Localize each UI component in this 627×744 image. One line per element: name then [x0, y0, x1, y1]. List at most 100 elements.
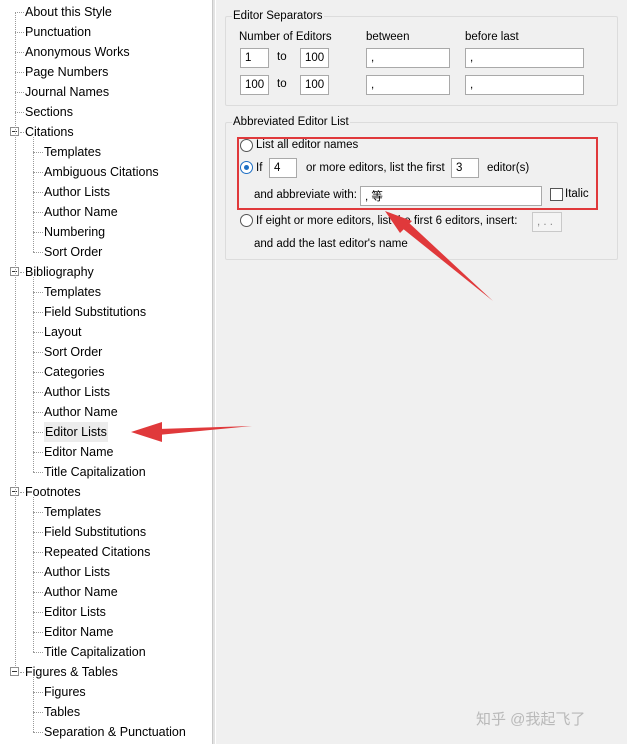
abbreviate-with-field[interactable]: [360, 186, 542, 206]
tree-connector: [33, 392, 43, 393]
splitter[interactable]: [212, 0, 215, 744]
italic-checkbox[interactable]: [550, 188, 563, 201]
editor-separators-title: Editor Separators: [232, 10, 324, 22]
tree-connector: [33, 312, 43, 313]
abbreviate-with-label: and abbreviate with:: [254, 189, 357, 201]
add-last-editor-label: and add the last editor's name: [254, 238, 408, 250]
separator-row-1-to-field[interactable]: [300, 48, 329, 68]
separator-row-1-to-label: to: [277, 51, 287, 63]
separator-row-2-to-field[interactable]: [300, 75, 329, 95]
first-count-field[interactable]: [451, 158, 479, 178]
tree-connector: [33, 292, 43, 293]
tree-item-author-lists[interactable]: Author Lists: [44, 562, 110, 582]
eight-or-more-label[interactable]: If eight or more editors, list the first…: [256, 215, 517, 227]
tree-item-author-name[interactable]: Author Name: [44, 202, 118, 222]
tree-item-separation-and-punctuation[interactable]: Separation & Punctuation: [44, 722, 186, 742]
tree-connector: [33, 252, 43, 253]
tree-connector: [33, 677, 34, 732]
tree-item-repeated-citations[interactable]: Repeated Citations: [44, 542, 150, 562]
number-of-editors-header: Number of Editors: [239, 31, 332, 43]
if-label: If: [256, 162, 263, 174]
tree-item-figures-and-tables[interactable]: Figures & Tables: [25, 662, 118, 682]
if-count-field[interactable]: [269, 158, 297, 178]
tree-connector: [33, 172, 43, 173]
tree-connector: [33, 412, 43, 413]
tree-item-punctuation[interactable]: Punctuation: [25, 22, 91, 42]
tree-item-author-name[interactable]: Author Name: [44, 582, 118, 602]
tree-item-sections[interactable]: Sections: [25, 102, 73, 122]
tree-connector: [15, 12, 16, 666]
tree-item-templates[interactable]: Templates: [44, 502, 101, 522]
editors-label: editor(s): [487, 162, 530, 174]
tree-item-templates[interactable]: Templates: [44, 282, 101, 302]
tree-item-categories[interactable]: Categories: [44, 362, 104, 382]
tree-connector: [33, 452, 43, 453]
tree-connector: [20, 672, 24, 673]
tree-item-author-name[interactable]: Author Name: [44, 402, 118, 422]
more-editors-label: or more editors, list the first: [306, 162, 445, 174]
separator-row-2-between-field[interactable]: [366, 75, 450, 95]
abbreviated-editor-list-title: Abbreviated Editor List: [232, 116, 350, 128]
tree-connector: [33, 472, 43, 473]
list-all-editors-label[interactable]: List all editor names: [256, 139, 358, 151]
tree-item-field-substitutions[interactable]: Field Substitutions: [44, 302, 146, 322]
tree-item-title-capitalization[interactable]: Title Capitalization: [44, 642, 146, 662]
tree-item-sort-order[interactable]: Sort Order: [44, 242, 102, 262]
list-all-editors-radio[interactable]: [240, 139, 253, 152]
tree-item-about-this-style[interactable]: About this Style: [25, 2, 112, 22]
tree-item-editor-name[interactable]: Editor Name: [44, 442, 113, 462]
tree-item-ambiguous-citations[interactable]: Ambiguous Citations: [44, 162, 159, 182]
tree-item-tables[interactable]: Tables: [44, 702, 80, 722]
tree-connector: [33, 497, 34, 652]
tree-item-numbering[interactable]: Numbering: [44, 222, 105, 242]
tree-connector: [15, 92, 24, 93]
if-n-or-more-radio[interactable]: [240, 161, 253, 174]
tree-connector: [20, 272, 24, 273]
separator-row-2-from-field[interactable]: [240, 75, 269, 95]
watermark: 知乎 @我起飞了: [476, 711, 586, 728]
separator-row-1-before-last-field[interactable]: [465, 48, 584, 68]
tree-connector: [33, 652, 43, 653]
tree-connector: [15, 32, 24, 33]
separator-row-1-between-field[interactable]: [366, 48, 450, 68]
collapse-toggle-icon[interactable]: [10, 667, 19, 676]
tree-item-author-lists[interactable]: Author Lists: [44, 382, 110, 402]
tree-item-editor-lists[interactable]: Editor Lists: [44, 602, 106, 622]
tree-connector: [33, 352, 43, 353]
tree-item-sort-order[interactable]: Sort Order: [44, 342, 102, 362]
tree-connector: [33, 332, 43, 333]
tree-item-author-lists[interactable]: Author Lists: [44, 182, 110, 202]
separator-row-2-to-label: to: [277, 78, 287, 90]
tree-item-title-capitalization[interactable]: Title Capitalization: [44, 462, 146, 482]
tree-connector: [33, 232, 43, 233]
tree-connector: [15, 52, 24, 53]
separator-row-1-from-field[interactable]: [240, 48, 269, 68]
tree-connector: [33, 212, 43, 213]
tree-connector: [33, 712, 43, 713]
italic-label[interactable]: Italic: [565, 188, 589, 200]
tree-item-figures[interactable]: Figures: [44, 682, 86, 702]
style-sections-tree[interactable]: About this Style Punctuation Anonymous Wor…: [0, 0, 212, 744]
tree-item-bibliography[interactable]: Bibliography: [25, 262, 94, 282]
tree-item-editor-lists[interactable]: Editor Lists: [44, 422, 108, 442]
tree-connector: [33, 732, 43, 733]
tree-connector: [33, 612, 43, 613]
tree-item-editor-name[interactable]: Editor Name: [44, 622, 113, 642]
tree-connector: [15, 72, 24, 73]
tree-connector: [33, 512, 43, 513]
tree-item-field-substitutions[interactable]: Field Substitutions: [44, 522, 146, 542]
tree-connector: [33, 432, 43, 433]
insert-field[interactable]: [532, 212, 562, 232]
tree-item-page-numbers[interactable]: Page Numbers: [25, 62, 108, 82]
tree-connector: [33, 277, 34, 472]
tree-connector: [33, 572, 43, 573]
tree-item-anonymous-works[interactable]: Anonymous Works: [25, 42, 130, 62]
tree-connector: [33, 592, 43, 593]
separator-row-2-before-last-field[interactable]: [465, 75, 584, 95]
tree-connector: [33, 692, 43, 693]
tree-item-templates[interactable]: Templates: [44, 142, 101, 162]
eight-or-more-radio[interactable]: [240, 214, 253, 227]
tree-item-journal-names[interactable]: Journal Names: [25, 82, 109, 102]
tree-item-layout[interactable]: Layout: [44, 322, 82, 342]
tree-connector: [33, 532, 43, 533]
